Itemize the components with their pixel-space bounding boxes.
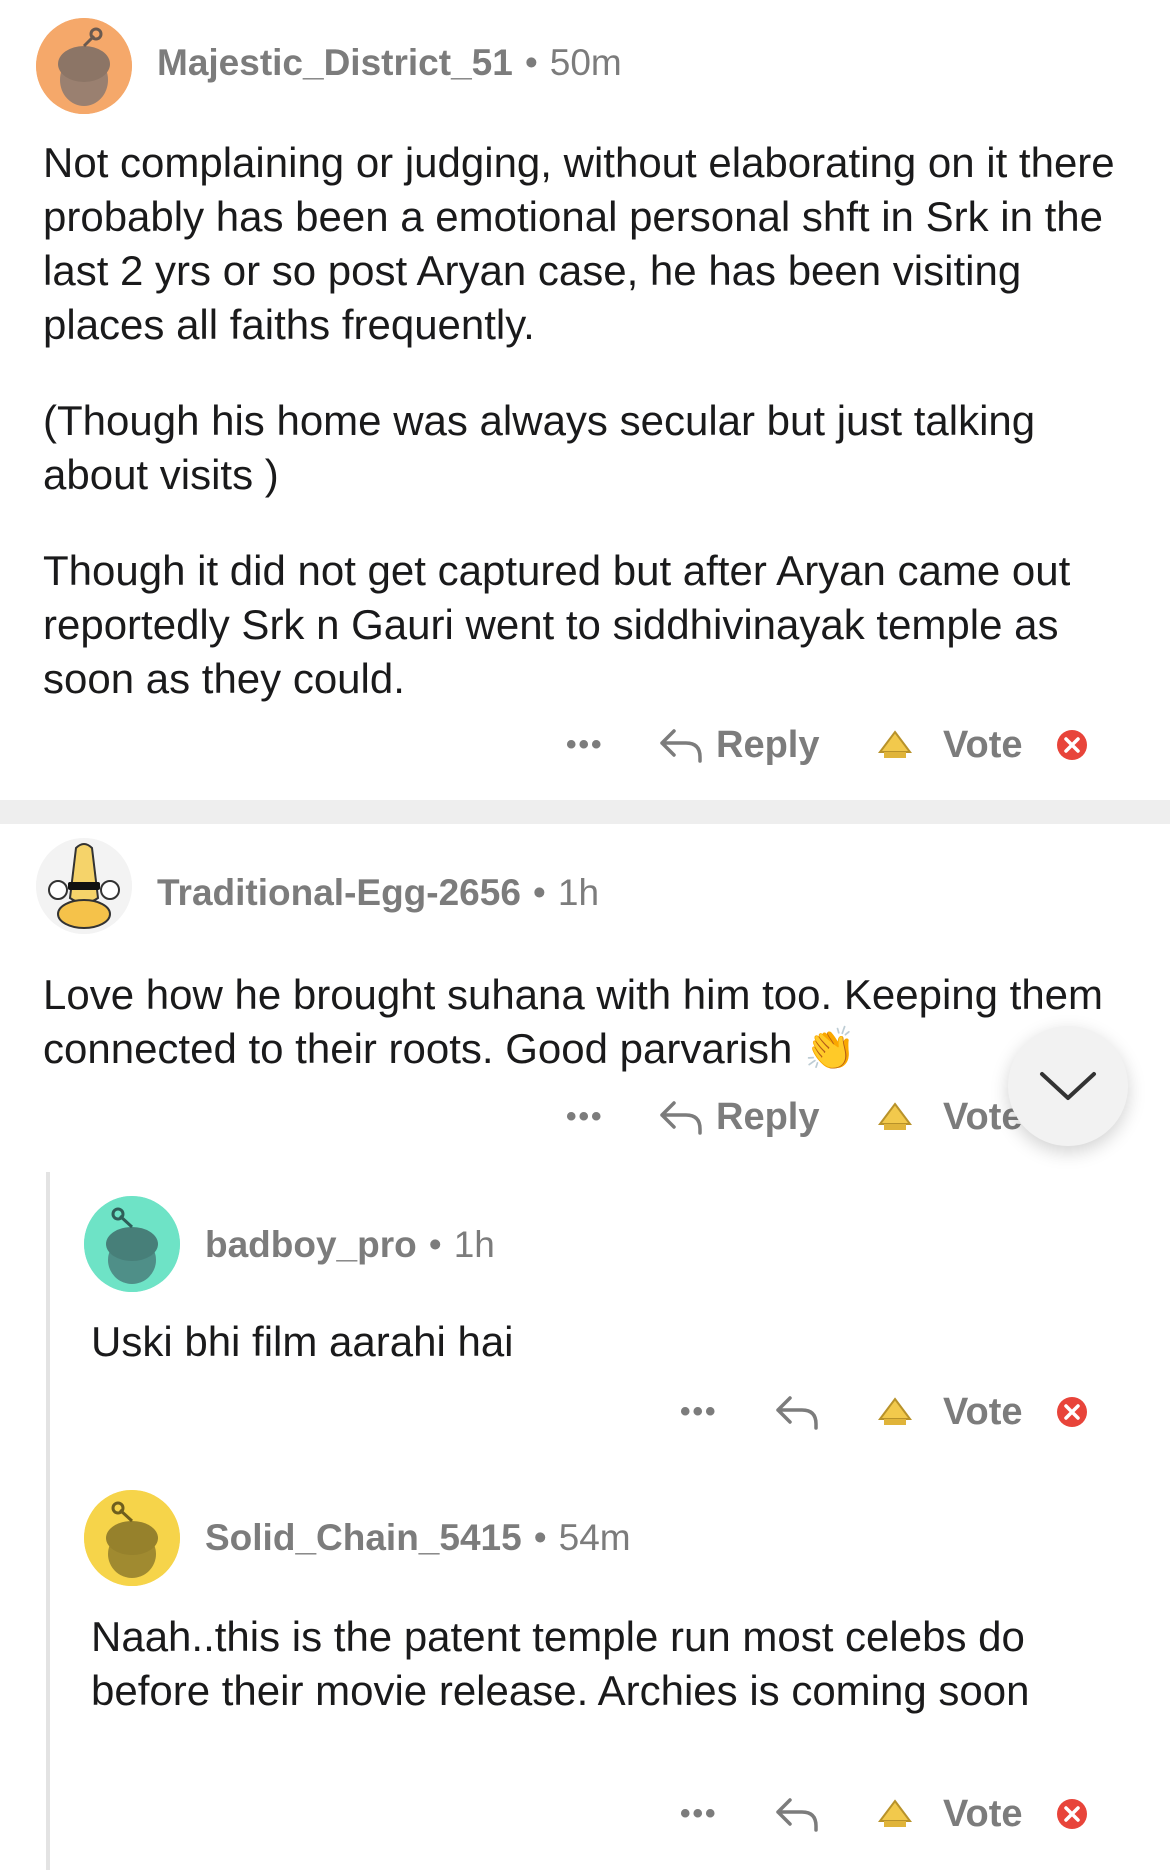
close-icon — [1057, 1799, 1087, 1829]
separator-dot: • — [428, 1224, 442, 1265]
timestamp: 50m — [549, 42, 622, 83]
comment-body: Naah..this is the patent temple run most… — [91, 1610, 1131, 1718]
close-icon — [1057, 730, 1087, 760]
thread-line[interactable] — [46, 1172, 50, 1870]
award-button[interactable] — [878, 715, 912, 775]
snoo-avatar-icon — [36, 18, 132, 114]
comment-actions: ••• Vote — [0, 1382, 1170, 1442]
award-icon — [878, 1102, 912, 1130]
reply-arrow-icon — [776, 1798, 818, 1832]
comment-body: Love how he brought suhana with him too.… — [43, 968, 1133, 1076]
comment-meta: Majestic_District_51 • 50m — [157, 42, 622, 84]
username[interactable]: badboy_pro — [205, 1224, 417, 1265]
reply-button[interactable]: Reply — [658, 1087, 819, 1147]
separator-dot: • — [524, 42, 538, 83]
reply-label: Reply — [716, 1095, 820, 1138]
award-button[interactable] — [878, 1784, 912, 1844]
comment-divider — [0, 800, 1170, 824]
banana-snoo-avatar-icon — [36, 838, 132, 934]
award-icon — [878, 730, 912, 758]
more-options-icon[interactable]: ••• — [566, 715, 604, 775]
username[interactable]: Traditional-Egg-2656 — [157, 872, 521, 913]
separator-dot: • — [532, 872, 546, 913]
comment-actions: ••• Vote — [0, 1784, 1170, 1844]
close-button[interactable] — [1054, 715, 1090, 775]
comment-paragraph: Uski bhi film aarahi hai — [91, 1318, 514, 1365]
vote-button[interactable]: Vote — [943, 1382, 1023, 1442]
close-icon — [1057, 1397, 1087, 1427]
comment-paragraph: Love how he brought suhana with him too.… — [43, 971, 1104, 1072]
reply-arrow-icon — [660, 729, 702, 763]
vote-label: Vote — [943, 1390, 1023, 1433]
reply-arrow-icon — [776, 1396, 818, 1430]
close-button[interactable] — [1054, 1784, 1090, 1844]
more-options-icon[interactable]: ••• — [680, 1784, 718, 1844]
username[interactable]: Majestic_District_51 — [157, 42, 513, 83]
avatar[interactable] — [36, 838, 132, 934]
avatar[interactable] — [36, 18, 132, 114]
chevron-down-icon — [1040, 1072, 1096, 1100]
vote-label: Vote — [943, 723, 1023, 766]
reply-button[interactable]: Reply — [658, 715, 819, 775]
vote-label: Vote — [943, 1792, 1023, 1835]
comment-paragraph: Though it did not get captured but after… — [43, 547, 1071, 702]
vote-button[interactable]: Vote — [943, 1784, 1023, 1844]
reply-label: Reply — [716, 723, 820, 766]
snoo-avatar-icon — [84, 1196, 180, 1292]
comment-body: Not complaining or judging, without elab… — [43, 136, 1133, 706]
separator-dot: • — [533, 1517, 547, 1558]
reply-arrow-icon — [660, 1101, 702, 1135]
more-options-icon[interactable]: ••• — [680, 1382, 718, 1442]
more-options-icon[interactable]: ••• — [566, 1087, 604, 1147]
avatar[interactable] — [84, 1196, 180, 1292]
award-button[interactable] — [878, 1382, 912, 1442]
reply-button[interactable] — [774, 1784, 820, 1844]
timestamp: 54m — [558, 1517, 631, 1558]
scroll-down-button[interactable] — [1008, 1026, 1128, 1146]
award-button[interactable] — [878, 1087, 912, 1147]
timestamp: 1h — [557, 872, 600, 913]
comment-actions: ••• Reply Vote — [0, 715, 1170, 775]
timestamp: 1h — [453, 1224, 495, 1265]
comment-paragraph: Naah..this is the patent temple run most… — [91, 1613, 1030, 1714]
comment-body: Uski bhi film aarahi hai — [91, 1315, 1131, 1369]
close-button[interactable] — [1054, 1382, 1090, 1442]
comment-paragraph: (Though his home was always secular but … — [43, 397, 1036, 498]
comment-meta: badboy_pro • 1h — [205, 1224, 495, 1266]
vote-button[interactable]: Vote — [943, 715, 1023, 775]
username[interactable]: Solid_Chain_5415 — [205, 1517, 522, 1558]
comment-meta: Solid_Chain_5415 • 54m — [205, 1517, 631, 1559]
reply-button[interactable] — [774, 1382, 820, 1442]
award-icon — [878, 1799, 912, 1827]
comment-paragraph: Not complaining or judging, without elab… — [43, 139, 1115, 348]
comment-actions: ••• Reply Vote — [0, 1087, 1170, 1147]
award-icon — [878, 1397, 912, 1425]
snoo-avatar-icon — [84, 1490, 180, 1586]
avatar[interactable] — [84, 1490, 180, 1586]
comment-meta: Traditional-Egg-2656 • 1h — [157, 872, 599, 914]
